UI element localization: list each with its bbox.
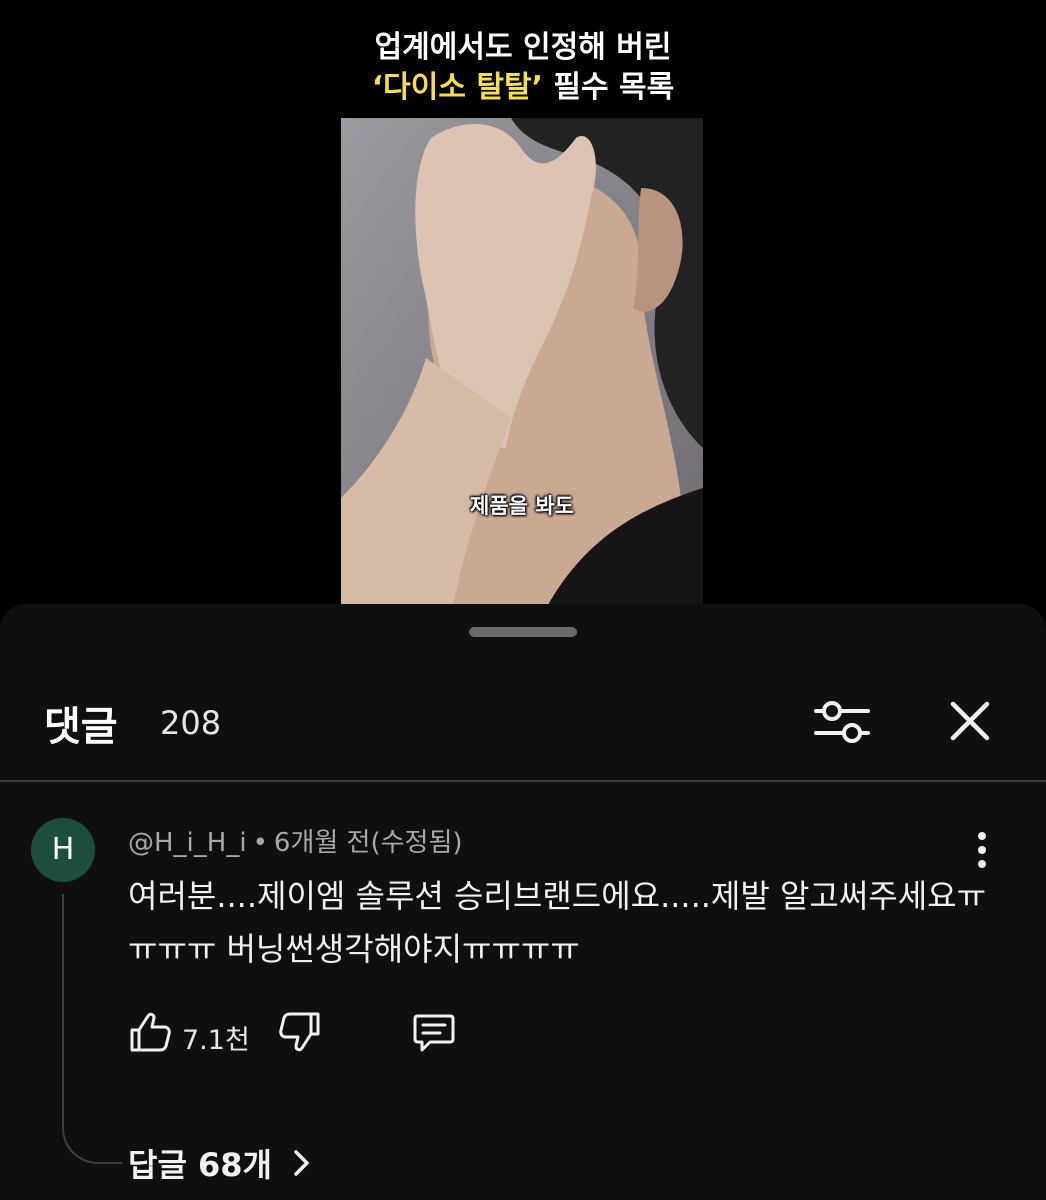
- comment-icon: [413, 1014, 455, 1052]
- like-count: 7.1천: [182, 1025, 250, 1056]
- view-replies-link[interactable]: 답글 68개: [128, 1140, 311, 1184]
- filter-button[interactable]: [808, 692, 876, 750]
- avatar[interactable]: H: [31, 818, 95, 882]
- dislike-button[interactable]: [276, 1008, 324, 1056]
- comments-header: 댓글 208: [0, 684, 1046, 754]
- drag-handle[interactable]: [469, 627, 577, 637]
- meta-separator: •: [252, 828, 268, 858]
- comments-panel: 댓글 208 H @H_i_H_i • 6개월 전(수정됨) 여러분....제이…: [0, 604, 1046, 1200]
- comments-title: 댓글: [44, 704, 118, 750]
- video-title-highlight: ‘다이소 탈탈’: [371, 70, 543, 105]
- video-title-rest: 필수 목록: [542, 70, 675, 105]
- comments-count: 208: [160, 704, 222, 742]
- thumbs-down-icon: [279, 1012, 320, 1052]
- video-scene: [341, 118, 703, 618]
- comment-text: 여러분....제이엠 솔루션 승리브랜드에요.....제발 알고써주세요ㅠㅠㅠㅠ…: [128, 877, 987, 968]
- reply-button[interactable]: [410, 1008, 458, 1056]
- video-caption: 제품을 봐도: [470, 494, 574, 518]
- thumbs-up-icon: [130, 1012, 171, 1052]
- more-vertical-icon: [978, 832, 986, 868]
- comment-actions: 7.1천: [126, 1008, 526, 1060]
- close-icon: [950, 701, 990, 741]
- comment-time: 6개월 전(수정됨): [273, 828, 463, 858]
- video-player[interactable]: 업계에서도 인정해 버린 ‘다이소 탈탈’ 필수 목록 제품을 봐도: [0, 0, 1046, 640]
- video-frame[interactable]: 제품을 봐도: [341, 118, 703, 618]
- video-title-overlay: 업계에서도 인정해 버린 ‘다이소 탈탈’ 필수 목록: [0, 28, 1046, 108]
- header-divider: [0, 780, 1046, 782]
- video-title-line1: 업계에서도 인정해 버린: [374, 30, 672, 65]
- comment-meta: @H_i_H_i • 6개월 전(수정됨): [128, 822, 463, 859]
- close-button[interactable]: [940, 692, 1000, 750]
- like-button[interactable]: [126, 1008, 174, 1056]
- video-title-line2: ‘다이소 탈탈’ 필수 목록: [0, 68, 1046, 108]
- comment-author[interactable]: @H_i_H_i: [128, 828, 247, 858]
- sliders-icon: [814, 701, 870, 743]
- chevron-right-icon: [294, 1150, 309, 1176]
- replies-label: 답글 68개: [128, 1146, 272, 1184]
- thread-connector: [62, 894, 122, 1164]
- more-options-button[interactable]: [962, 828, 1002, 872]
